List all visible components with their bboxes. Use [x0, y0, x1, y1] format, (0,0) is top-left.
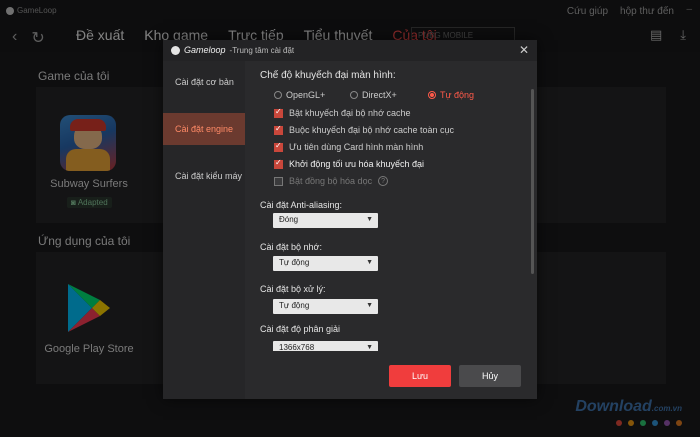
- checkbox-force-global-cache-label: Buộc khuyếch đại bộ nhớ cache toàn cục: [289, 125, 455, 135]
- resolution-label: Cài đặt độ phân giải: [260, 324, 341, 334]
- antialias-value: Đóng: [279, 215, 299, 224]
- close-icon[interactable]: ✕: [519, 43, 529, 57]
- antialias-label: Cài đặt Anti-aliasing:: [260, 200, 343, 210]
- checkbox-enable-cache-label: Bật khuyếch đại bộ nhớ cache: [289, 108, 411, 118]
- checkbox-vsync[interactable]: Bật đồng bộ hóa dọc ?: [274, 176, 389, 186]
- cpu-value: Tự động: [279, 301, 310, 310]
- checkbox-box: [274, 176, 283, 186]
- settings-dialog: Gameloop -Trung tâm cài đặt ✕ Cài đặt cơ…: [163, 40, 537, 399]
- radio-circle: [350, 91, 358, 99]
- sidebar-item-engine[interactable]: Cài đặt engine: [163, 113, 245, 145]
- memory-label: Cài đặt bộ nhớ:: [260, 242, 322, 252]
- chevron-down-icon: ▼: [366, 344, 373, 351]
- memory-select[interactable]: Tự động ▼: [273, 256, 378, 271]
- checkbox-box: [274, 124, 283, 135]
- radio-directx-label: DirectX+: [362, 90, 397, 100]
- checkbox-prefer-gpu-label: Ưu tiên dùng Card hình màn hình: [289, 142, 424, 152]
- radio-opengl-label: OpenGL+: [286, 90, 326, 100]
- checkbox-startup-optimize[interactable]: Khởi động tối ưu hóa khuyếch đại: [274, 158, 425, 169]
- radio-opengl[interactable]: OpenGL+: [274, 90, 325, 100]
- checkbox-box: [274, 158, 283, 169]
- checkbox-startup-optimize-label: Khởi động tối ưu hóa khuyếch đại: [289, 159, 425, 169]
- chevron-down-icon: ▼: [366, 259, 373, 266]
- cpu-label: Cài đặt bộ xử lý:: [260, 284, 326, 294]
- chevron-down-icon: ▼: [366, 302, 373, 309]
- antialias-select[interactable]: Đóng ▼: [273, 213, 378, 228]
- checkbox-prefer-gpu[interactable]: Ưu tiên dùng Card hình màn hình: [274, 141, 424, 152]
- checkbox-box: [274, 141, 283, 152]
- checkbox-enable-cache[interactable]: Bật khuyếch đại bộ nhớ cache: [274, 107, 411, 118]
- save-button[interactable]: Lưu: [389, 365, 451, 387]
- sidebar-item-basic[interactable]: Cài đặt cơ bản: [163, 66, 245, 98]
- sidebar-item-model[interactable]: Cài đặt kiểu máy: [163, 160, 245, 192]
- resolution-value: 1366x768: [279, 343, 315, 351]
- help-icon[interactable]: ?: [378, 176, 389, 186]
- radio-circle: [428, 91, 436, 99]
- resolution-select[interactable]: 1366x768 ▼: [273, 341, 378, 351]
- radio-circle: [274, 91, 282, 99]
- dialog-brand: Gameloop: [184, 45, 226, 55]
- radio-auto[interactable]: Tự động: [428, 90, 474, 100]
- gameloop-logo-icon: [171, 45, 180, 55]
- checkbox-force-global-cache[interactable]: Buộc khuyếch đại bộ nhớ cache toàn cục: [274, 124, 455, 135]
- radio-auto-label: Tự động: [440, 90, 475, 100]
- cpu-select[interactable]: Tự động ▼: [273, 299, 378, 314]
- scrollbar[interactable]: [531, 89, 534, 274]
- radio-directx[interactable]: DirectX+: [350, 90, 397, 100]
- settings-sidebar: Cài đặt cơ bản Cài đặt engine Cài đặt ki…: [163, 61, 245, 399]
- render-mode-label: Chế độ khuyếch đại màn hình:: [260, 70, 396, 81]
- checkbox-box: [274, 107, 283, 118]
- dialog-subtitle: -Trung tâm cài đặt: [229, 45, 295, 55]
- cancel-button[interactable]: Hủy: [459, 365, 521, 387]
- checkbox-vsync-label: Bật đồng bộ hóa dọc: [289, 176, 373, 186]
- dialog-header: Gameloop -Trung tâm cài đặt ✕: [163, 40, 537, 61]
- settings-body: Chế độ khuyếch đại màn hình: OpenGL+ Dir…: [245, 61, 537, 351]
- memory-value: Tự động: [279, 258, 310, 267]
- chevron-down-icon: ▼: [366, 216, 373, 223]
